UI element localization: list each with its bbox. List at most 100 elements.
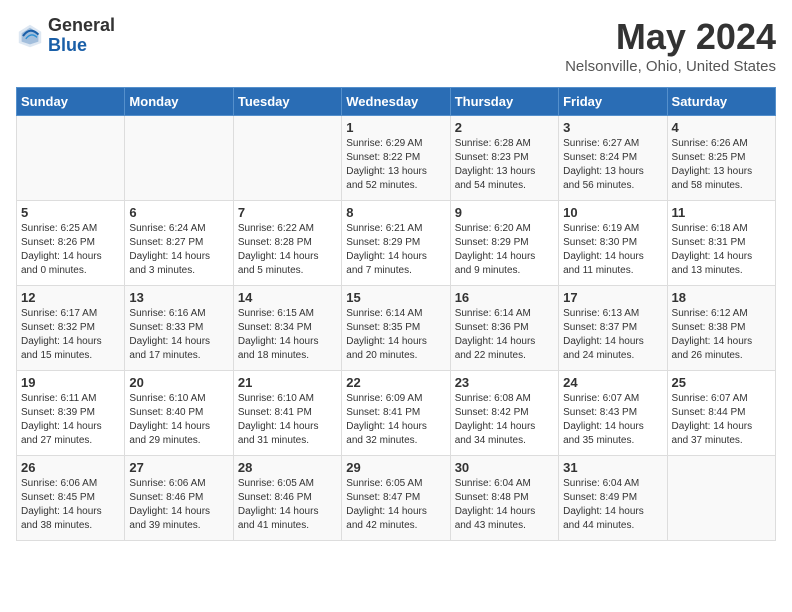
weekday-header-saturday: Saturday (667, 88, 775, 116)
day-info: Sunrise: 6:26 AM Sunset: 8:25 PM Dayligh… (672, 137, 771, 193)
day-cell: 13 Sunrise: 6:16 AM Sunset: 8:33 PM Dayli… (125, 286, 233, 371)
week-row-3: 12 Sunrise: 6:17 AM Sunset: 8:32 PM Dayli… (17, 286, 776, 371)
day-number: 20 (129, 375, 228, 390)
day-cell: 11Sunrise: 6:18 AM Sunset: 8:31 PM Dayli… (667, 201, 775, 286)
day-number: 29 (346, 460, 445, 475)
day-info: Sunrise: 6:10 AM Sunset: 8:40 PM Dayligh… (129, 392, 228, 448)
logo-blue: Blue (48, 35, 87, 55)
day-number: 12 (21, 290, 120, 305)
day-cell: 18Sunrise: 6:12 AM Sunset: 8:38 PM Dayli… (667, 286, 775, 371)
day-number: 16 (455, 290, 554, 305)
day-number: 21 (238, 375, 337, 390)
title-block: May 2024 Nelsonville, Ohio, United State… (565, 16, 776, 75)
day-cell: 15 Sunrise: 6:14 AM Sunset: 8:35 PM Dayli… (342, 286, 450, 371)
day-cell: 3 Sunrise: 6:27 AM Sunset: 8:24 PM Daylig… (559, 116, 667, 201)
day-info: Sunrise: 6:21 AM Sunset: 8:29 PM Dayligh… (346, 222, 445, 278)
day-number: 25 (672, 375, 771, 390)
day-number: 8 (346, 205, 445, 220)
day-number: 28 (238, 460, 337, 475)
day-number: 30 (455, 460, 554, 475)
day-cell: 7 Sunrise: 6:22 AM Sunset: 8:28 PM Daylig… (233, 201, 341, 286)
week-row-2: 5 Sunrise: 6:25 AM Sunset: 8:26 PM Daylig… (17, 201, 776, 286)
day-cell: 4 Sunrise: 6:26 AM Sunset: 8:25 PM Daylig… (667, 116, 775, 201)
day-cell: 10Sunrise: 6:19 AM Sunset: 8:30 PM Dayli… (559, 201, 667, 286)
day-info: Sunrise: 6:04 AM Sunset: 8:49 PM Dayligh… (563, 477, 662, 533)
month-title: May 2024 (565, 16, 776, 58)
day-info: Sunrise: 6:05 AM Sunset: 8:47 PM Dayligh… (346, 477, 445, 533)
day-number: 2 (455, 120, 554, 135)
day-number: 24 (563, 375, 662, 390)
day-number: 3 (563, 120, 662, 135)
day-number: 1 (346, 120, 445, 135)
day-cell: 8 Sunrise: 6:21 AM Sunset: 8:29 PM Daylig… (342, 201, 450, 286)
day-number: 15 (346, 290, 445, 305)
day-info: Sunrise: 6:15 AM Sunset: 8:34 PM Dayligh… (238, 307, 337, 363)
day-info: Sunrise: 6:06 AM Sunset: 8:45 PM Dayligh… (21, 477, 120, 533)
day-number: 31 (563, 460, 662, 475)
day-info: Sunrise: 6:18 AM Sunset: 8:31 PM Dayligh… (672, 222, 771, 278)
day-cell: 5 Sunrise: 6:25 AM Sunset: 8:26 PM Daylig… (17, 201, 125, 286)
location: Nelsonville, Ohio, United States (565, 58, 776, 75)
day-info: Sunrise: 6:14 AM Sunset: 8:35 PM Dayligh… (346, 307, 445, 363)
weekday-header-sunday: Sunday (17, 88, 125, 116)
day-info: Sunrise: 6:10 AM Sunset: 8:41 PM Dayligh… (238, 392, 337, 448)
day-info: Sunrise: 6:28 AM Sunset: 8:23 PM Dayligh… (455, 137, 554, 193)
day-number: 13 (129, 290, 228, 305)
day-info: Sunrise: 6:17 AM Sunset: 8:32 PM Dayligh… (21, 307, 120, 363)
day-info: Sunrise: 6:13 AM Sunset: 8:37 PM Dayligh… (563, 307, 662, 363)
day-number: 7 (238, 205, 337, 220)
weekday-header-thursday: Thursday (450, 88, 558, 116)
day-info: Sunrise: 6:08 AM Sunset: 8:42 PM Dayligh… (455, 392, 554, 448)
day-cell: 24Sunrise: 6:07 AM Sunset: 8:43 PM Dayli… (559, 371, 667, 456)
logo: General Blue (16, 16, 115, 56)
day-cell: 25 Sunrise: 6:07 AM Sunset: 8:44 PM Dayli… (667, 371, 775, 456)
day-number: 17 (563, 290, 662, 305)
day-cell: 20 Sunrise: 6:10 AM Sunset: 8:40 PM Dayli… (125, 371, 233, 456)
day-cell: 6Sunrise: 6:24 AM Sunset: 8:27 PM Daylig… (125, 201, 233, 286)
day-number: 27 (129, 460, 228, 475)
day-cell: 22Sunrise: 6:09 AM Sunset: 8:41 PM Dayli… (342, 371, 450, 456)
week-row-1: 1 Sunrise: 6:29 AM Sunset: 8:22 PM Daylig… (17, 116, 776, 201)
logo-general: General (48, 15, 115, 35)
day-info: Sunrise: 6:24 AM Sunset: 8:27 PM Dayligh… (129, 222, 228, 278)
day-info: Sunrise: 6:04 AM Sunset: 8:48 PM Dayligh… (455, 477, 554, 533)
weekday-header-tuesday: Tuesday (233, 88, 341, 116)
day-cell: 2 Sunrise: 6:28 AM Sunset: 8:23 PM Daylig… (450, 116, 558, 201)
day-info: Sunrise: 6:29 AM Sunset: 8:22 PM Dayligh… (346, 137, 445, 193)
day-number: 14 (238, 290, 337, 305)
day-number: 26 (21, 460, 120, 475)
day-number: 4 (672, 120, 771, 135)
logo-text: General Blue (48, 16, 115, 56)
day-info: Sunrise: 6:25 AM Sunset: 8:26 PM Dayligh… (21, 222, 120, 278)
logo-icon (16, 22, 44, 50)
day-info: Sunrise: 6:20 AM Sunset: 8:29 PM Dayligh… (455, 222, 554, 278)
day-cell: 26 Sunrise: 6:06 AM Sunset: 8:45 PM Dayli… (17, 456, 125, 541)
day-number: 9 (455, 205, 554, 220)
day-info: Sunrise: 6:19 AM Sunset: 8:30 PM Dayligh… (563, 222, 662, 278)
day-cell: 28Sunrise: 6:05 AM Sunset: 8:46 PM Dayli… (233, 456, 341, 541)
day-info: Sunrise: 6:22 AM Sunset: 8:28 PM Dayligh… (238, 222, 337, 278)
day-cell: 9 Sunrise: 6:20 AM Sunset: 8:29 PM Daylig… (450, 201, 558, 286)
day-cell (667, 456, 775, 541)
day-cell (17, 116, 125, 201)
day-info: Sunrise: 6:07 AM Sunset: 8:44 PM Dayligh… (672, 392, 771, 448)
weekday-header-wednesday: Wednesday (342, 88, 450, 116)
day-info: Sunrise: 6:27 AM Sunset: 8:24 PM Dayligh… (563, 137, 662, 193)
day-number: 5 (21, 205, 120, 220)
day-info: Sunrise: 6:16 AM Sunset: 8:33 PM Dayligh… (129, 307, 228, 363)
day-cell (125, 116, 233, 201)
day-cell: 27 Sunrise: 6:06 AM Sunset: 8:46 PM Dayli… (125, 456, 233, 541)
day-cell: 21 Sunrise: 6:10 AM Sunset: 8:41 PM Dayli… (233, 371, 341, 456)
day-cell: 16Sunrise: 6:14 AM Sunset: 8:36 PM Dayli… (450, 286, 558, 371)
day-info: Sunrise: 6:11 AM Sunset: 8:39 PM Dayligh… (21, 392, 120, 448)
weekday-header-row: SundayMondayTuesdayWednesdayThursdayFrid… (17, 88, 776, 116)
calendar-table: SundayMondayTuesdayWednesdayThursdayFrid… (16, 87, 776, 541)
day-info: Sunrise: 6:06 AM Sunset: 8:46 PM Dayligh… (129, 477, 228, 533)
weekday-header-monday: Monday (125, 88, 233, 116)
weekday-header-friday: Friday (559, 88, 667, 116)
day-info: Sunrise: 6:12 AM Sunset: 8:38 PM Dayligh… (672, 307, 771, 363)
day-number: 19 (21, 375, 120, 390)
day-cell: 1 Sunrise: 6:29 AM Sunset: 8:22 PM Daylig… (342, 116, 450, 201)
day-cell: 29 Sunrise: 6:05 AM Sunset: 8:47 PM Dayli… (342, 456, 450, 541)
day-cell: 17 Sunrise: 6:13 AM Sunset: 8:37 PM Dayli… (559, 286, 667, 371)
